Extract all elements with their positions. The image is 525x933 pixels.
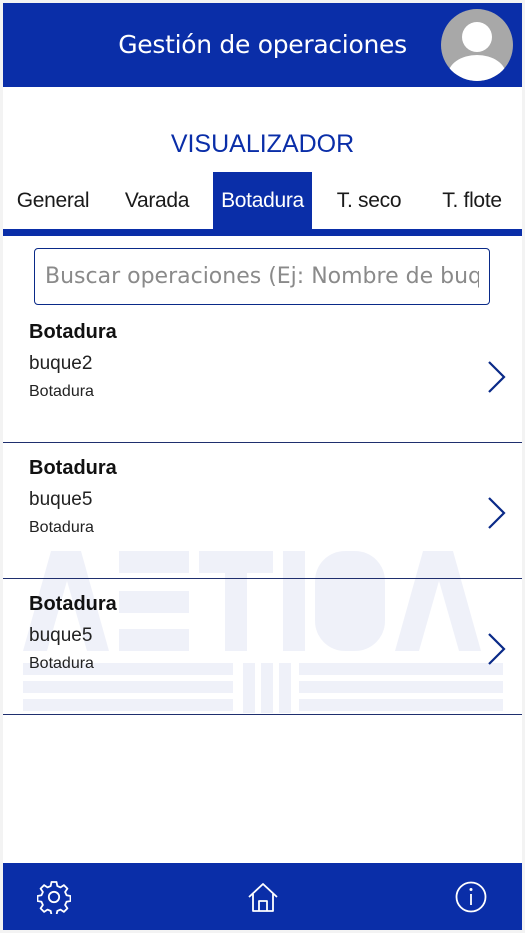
tab-varada[interactable]: Varada — [107, 172, 207, 230]
operation-title: Botadura — [29, 321, 117, 343]
avatar-body-shape — [448, 55, 506, 81]
operation-type: Botadura — [29, 519, 94, 536]
operation-title: Botadura — [29, 457, 117, 479]
header-bar: Gestión de operaciones — [3, 3, 522, 87]
tab-general[interactable]: General — [3, 172, 103, 230]
list-item[interactable]: Botadura buque5 Botadura — [3, 443, 522, 579]
tab-t-seco[interactable]: T. seco — [319, 172, 419, 230]
operation-vessel: buque5 — [29, 489, 93, 510]
operations-list: Botadura buque2 Botadura Botadura buque5… — [3, 307, 522, 715]
list-item[interactable]: Botadura buque5 Botadura — [3, 579, 522, 715]
user-avatar-icon[interactable] — [441, 9, 513, 81]
operation-title: Botadura — [29, 593, 117, 615]
tab-underline — [3, 229, 522, 236]
page-title: VISUALIZADOR — [170, 130, 355, 158]
tab-bar: General Varada Botadura T. seco T. flote — [3, 172, 522, 230]
chevron-right-icon[interactable] — [485, 631, 507, 667]
operation-vessel: buque5 — [29, 625, 93, 646]
gear-icon[interactable] — [37, 880, 71, 914]
chevron-right-icon[interactable] — [485, 495, 507, 531]
operation-type: Botadura — [29, 655, 94, 672]
search-input[interactable] — [34, 248, 490, 305]
app-window: Gestión de operaciones VISUALIZADOR Gene… — [3, 3, 522, 930]
avatar-head-shape — [462, 22, 492, 52]
info-icon[interactable] — [454, 880, 488, 914]
bottom-nav-bar — [3, 863, 522, 930]
home-icon[interactable] — [246, 880, 280, 914]
operation-type: Botadura — [29, 383, 94, 400]
list-item[interactable]: Botadura buque2 Botadura — [3, 307, 522, 443]
chevron-right-icon[interactable] — [485, 359, 507, 395]
tab-botadura[interactable]: Botadura — [213, 172, 312, 230]
operation-vessel: buque2 — [29, 353, 93, 374]
tab-t-flote[interactable]: T. flote — [422, 172, 522, 230]
